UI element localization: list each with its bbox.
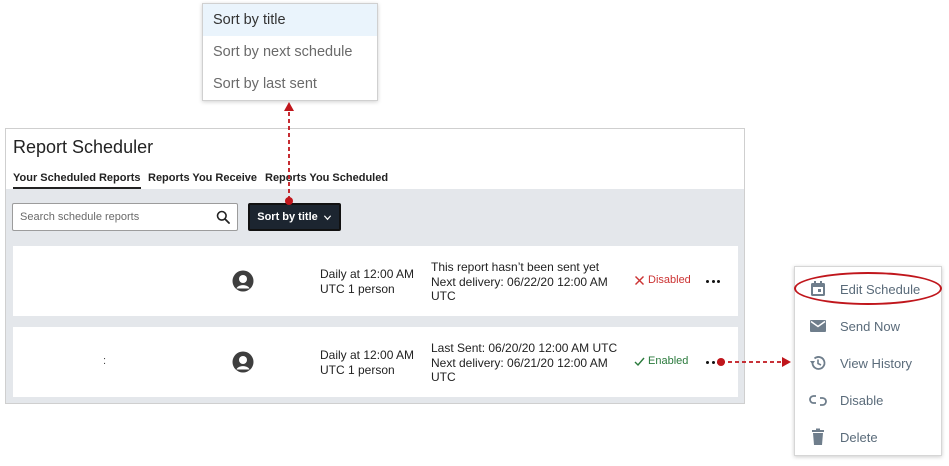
schedule-line: Daily at 12:00 AM	[320, 348, 415, 362]
page-title: Report Scheduler	[13, 137, 154, 157]
last-sent-text: This report hasn’t been sent yet	[431, 260, 600, 274]
check-icon	[634, 357, 645, 366]
x-icon	[635, 275, 644, 285]
unlink-icon	[809, 395, 827, 406]
next-delivery-tz: UTC	[431, 289, 456, 303]
delete-menu-item[interactable]: Delete	[795, 422, 941, 452]
report-row: : Daily at 12:00 AM UTC 1 person Last Se…	[13, 327, 738, 397]
sort-button[interactable]: Sort by title	[248, 203, 341, 231]
more-options-icon[interactable]	[706, 357, 720, 367]
menu-item-label: Send Now	[840, 318, 900, 334]
sort-button-label: Sort by title	[257, 211, 318, 223]
status-label: Disabled	[648, 274, 691, 286]
report-row: Daily at 12:00 AM UTC 1 person This repo…	[13, 246, 738, 316]
report-scheduler-panel: Report Scheduler Your Scheduled Reports …	[5, 128, 745, 404]
report-title: :	[103, 355, 107, 367]
search-input[interactable]	[20, 209, 210, 225]
send-now-menu-item[interactable]: Send Now	[795, 311, 941, 341]
disable-menu-item[interactable]: Disable	[795, 385, 941, 415]
view-history-menu-item[interactable]: View History	[795, 348, 941, 378]
schedule-info: Daily at 12:00 AM UTC 1 person	[320, 267, 428, 297]
avatar-icon	[232, 351, 254, 373]
sort-option-next-schedule[interactable]: Sort by next schedule	[203, 36, 377, 68]
search-icon[interactable]	[216, 210, 230, 224]
menu-item-label: Disable	[840, 392, 884, 408]
schedule-line: UTC 1 person	[320, 282, 395, 296]
status-badge: Enabled	[634, 355, 688, 367]
avatar-icon	[232, 270, 254, 292]
chevron-down-icon	[323, 214, 331, 220]
sort-option-title[interactable]: Sort by title	[203, 4, 377, 36]
next-delivery-text: Next delivery: 06/22/20 12:00 AM	[431, 274, 608, 289]
trash-icon	[812, 428, 824, 445]
tab-your-scheduled-reports[interactable]: Your Scheduled Reports	[13, 172, 141, 189]
tab-reports-you-scheduled[interactable]: Reports You Scheduled	[265, 172, 388, 184]
schedule-line: UTC 1 person	[320, 363, 395, 377]
status-badge: Disabled	[634, 274, 691, 286]
delivery-info: Last Sent: 06/20/20 12:00 AM UTC Next de…	[431, 341, 636, 385]
history-icon	[810, 356, 826, 370]
last-sent-text: Last Sent: 06/20/20 12:00 AM UTC	[431, 341, 618, 355]
menu-item-label: View History	[840, 355, 913, 371]
next-delivery-text: Next delivery: 06/21/20 12:00 AM	[431, 355, 608, 370]
delivery-info: This report hasn’t been sent yet Next de…	[431, 260, 636, 304]
sort-option-last-sent[interactable]: Sort by last sent	[203, 68, 377, 100]
status-label: Enabled	[648, 355, 689, 367]
menu-item-label: Delete	[840, 429, 878, 445]
tab-reports-you-receive[interactable]: Reports You Receive	[148, 172, 257, 184]
search-box	[12, 203, 238, 231]
envelope-icon	[810, 320, 826, 332]
sort-dropdown-menu: Sort by title Sort by next schedule Sort…	[202, 3, 378, 101]
more-options-icon[interactable]	[706, 276, 720, 286]
highlight-ellipse	[794, 272, 942, 305]
schedule-line: Daily at 12:00 AM	[320, 267, 415, 281]
schedule-info: Daily at 12:00 AM UTC 1 person	[320, 348, 428, 378]
next-delivery-tz: UTC	[431, 370, 456, 384]
